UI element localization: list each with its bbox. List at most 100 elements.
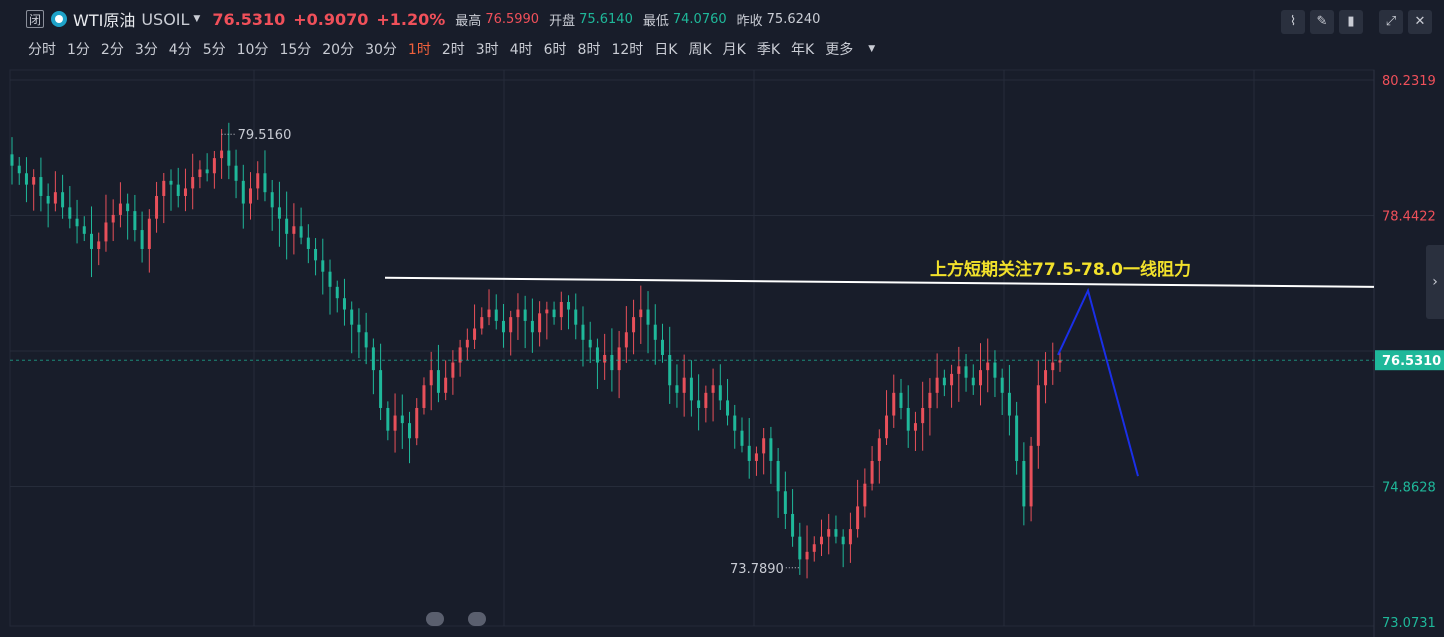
candle-body-143 [1044,370,1048,386]
candle-body-114 [834,529,838,537]
candle-body-14 [111,214,115,223]
candle-body-71 [523,309,527,321]
candle-body-105 [769,438,773,461]
candle-body-144 [1051,362,1055,371]
candle-body-26 [198,169,202,178]
candle-body-139 [1015,415,1019,461]
candle-body-41 [306,237,310,249]
candle-body-132 [964,366,968,378]
candle-body-99 [726,400,730,416]
candle-body-88 [646,309,650,325]
candle-body-113 [827,529,831,537]
candle-body-66 [487,309,491,318]
candle-body-91 [668,354,672,386]
candle-body-67 [494,309,498,321]
candle-body-133 [971,377,975,386]
candle-body-45 [335,286,339,299]
candle-body-5 [46,195,50,204]
candle-body-8 [68,207,72,219]
candle-body-1 [17,165,21,174]
low-marker-label: 73.7890 [730,562,784,577]
candle-body-37 [277,207,281,219]
candle-body-15 [118,203,122,215]
candle-body-121 [885,415,889,439]
candle-body-73 [538,313,542,333]
candle-body-89 [653,324,657,340]
candle-body-78 [574,309,578,325]
candle-body-123 [899,392,903,408]
y-tick-label-1: 78.4422 [1382,210,1436,225]
candle-body-29 [220,150,224,159]
candle-body-51 [379,370,383,408]
candle-body-124 [906,407,910,431]
high-marker-label: 79.5160 [238,128,292,143]
candle-body-77 [567,301,571,310]
candle-body-11 [90,233,94,249]
candle-body-30 [227,150,231,166]
candle-body-39 [292,226,296,234]
candle-body-92 [675,385,679,393]
candle-body-32 [241,180,245,204]
pie-icon[interactable] [426,612,444,626]
chart-bottom-icons [426,612,510,626]
candle-body-52 [386,407,390,431]
candle-body-135 [986,362,990,371]
candle-body-102 [747,445,751,461]
price-chart[interactable]: 79.5160 73.7890 上方短期关注77.5-78.0一线阻力 80.2319… [0,0,1444,637]
candle-body-141 [1029,445,1033,507]
candle-body-0 [10,154,14,166]
candle-body-103 [754,453,758,461]
candle-body-140 [1022,460,1026,507]
candle-body-122 [892,392,896,416]
candle-body-48 [357,324,361,333]
candle-body-59 [436,370,440,393]
candle-body-44 [328,271,332,287]
candle-body-43 [321,260,325,272]
candle-body-60 [444,377,448,393]
candle-body-69 [509,317,513,333]
cloud-icon[interactable] [468,612,486,626]
candle-body-101 [740,430,744,446]
candle-body-131 [957,366,961,374]
candle-body-109 [798,536,802,560]
candle-body-125 [913,423,917,431]
candle-body-118 [863,483,867,507]
candle-body-34 [256,173,260,189]
candle-body-100 [733,415,737,431]
candle-body-93 [682,377,686,393]
candle-body-116 [848,529,852,545]
candle-body-58 [429,370,433,386]
candle-body-16 [126,203,130,212]
candle-body-38 [285,218,289,234]
candle-body-108 [791,513,795,537]
candle-body-79 [581,324,585,340]
candle-body-31 [234,165,238,181]
candle-body-40 [299,226,303,238]
y-tick-label-0: 80.2319 [1382,74,1436,89]
candle-body-120 [877,438,881,461]
candle-body-126 [921,407,925,424]
candle-body-86 [632,317,636,333]
candle-body-137 [1000,377,1004,393]
candle-body-36 [270,192,274,208]
candle-body-23 [176,184,180,196]
chevron-right-icon[interactable]: › [1426,245,1444,319]
candle-body-128 [935,377,939,393]
candle-body-130 [950,373,954,386]
candle-body-85 [624,332,628,348]
candle-body-3 [32,177,36,185]
candle-body-19 [147,218,151,249]
candle-body-138 [1007,392,1011,416]
candle-body-35 [263,173,267,193]
candle-body-63 [465,339,469,348]
candle-body-90 [660,339,664,355]
candle-body-50 [371,347,375,371]
candle-body-49 [364,332,368,348]
candle-body-17 [133,211,137,231]
candle-body-57 [422,385,426,408]
candle-body-33 [249,188,253,204]
candle-body-24 [183,188,187,196]
y-tick-label-3: 73.0731 [1382,616,1436,631]
candle-body-46 [342,298,346,310]
candle-body-95 [697,400,701,408]
